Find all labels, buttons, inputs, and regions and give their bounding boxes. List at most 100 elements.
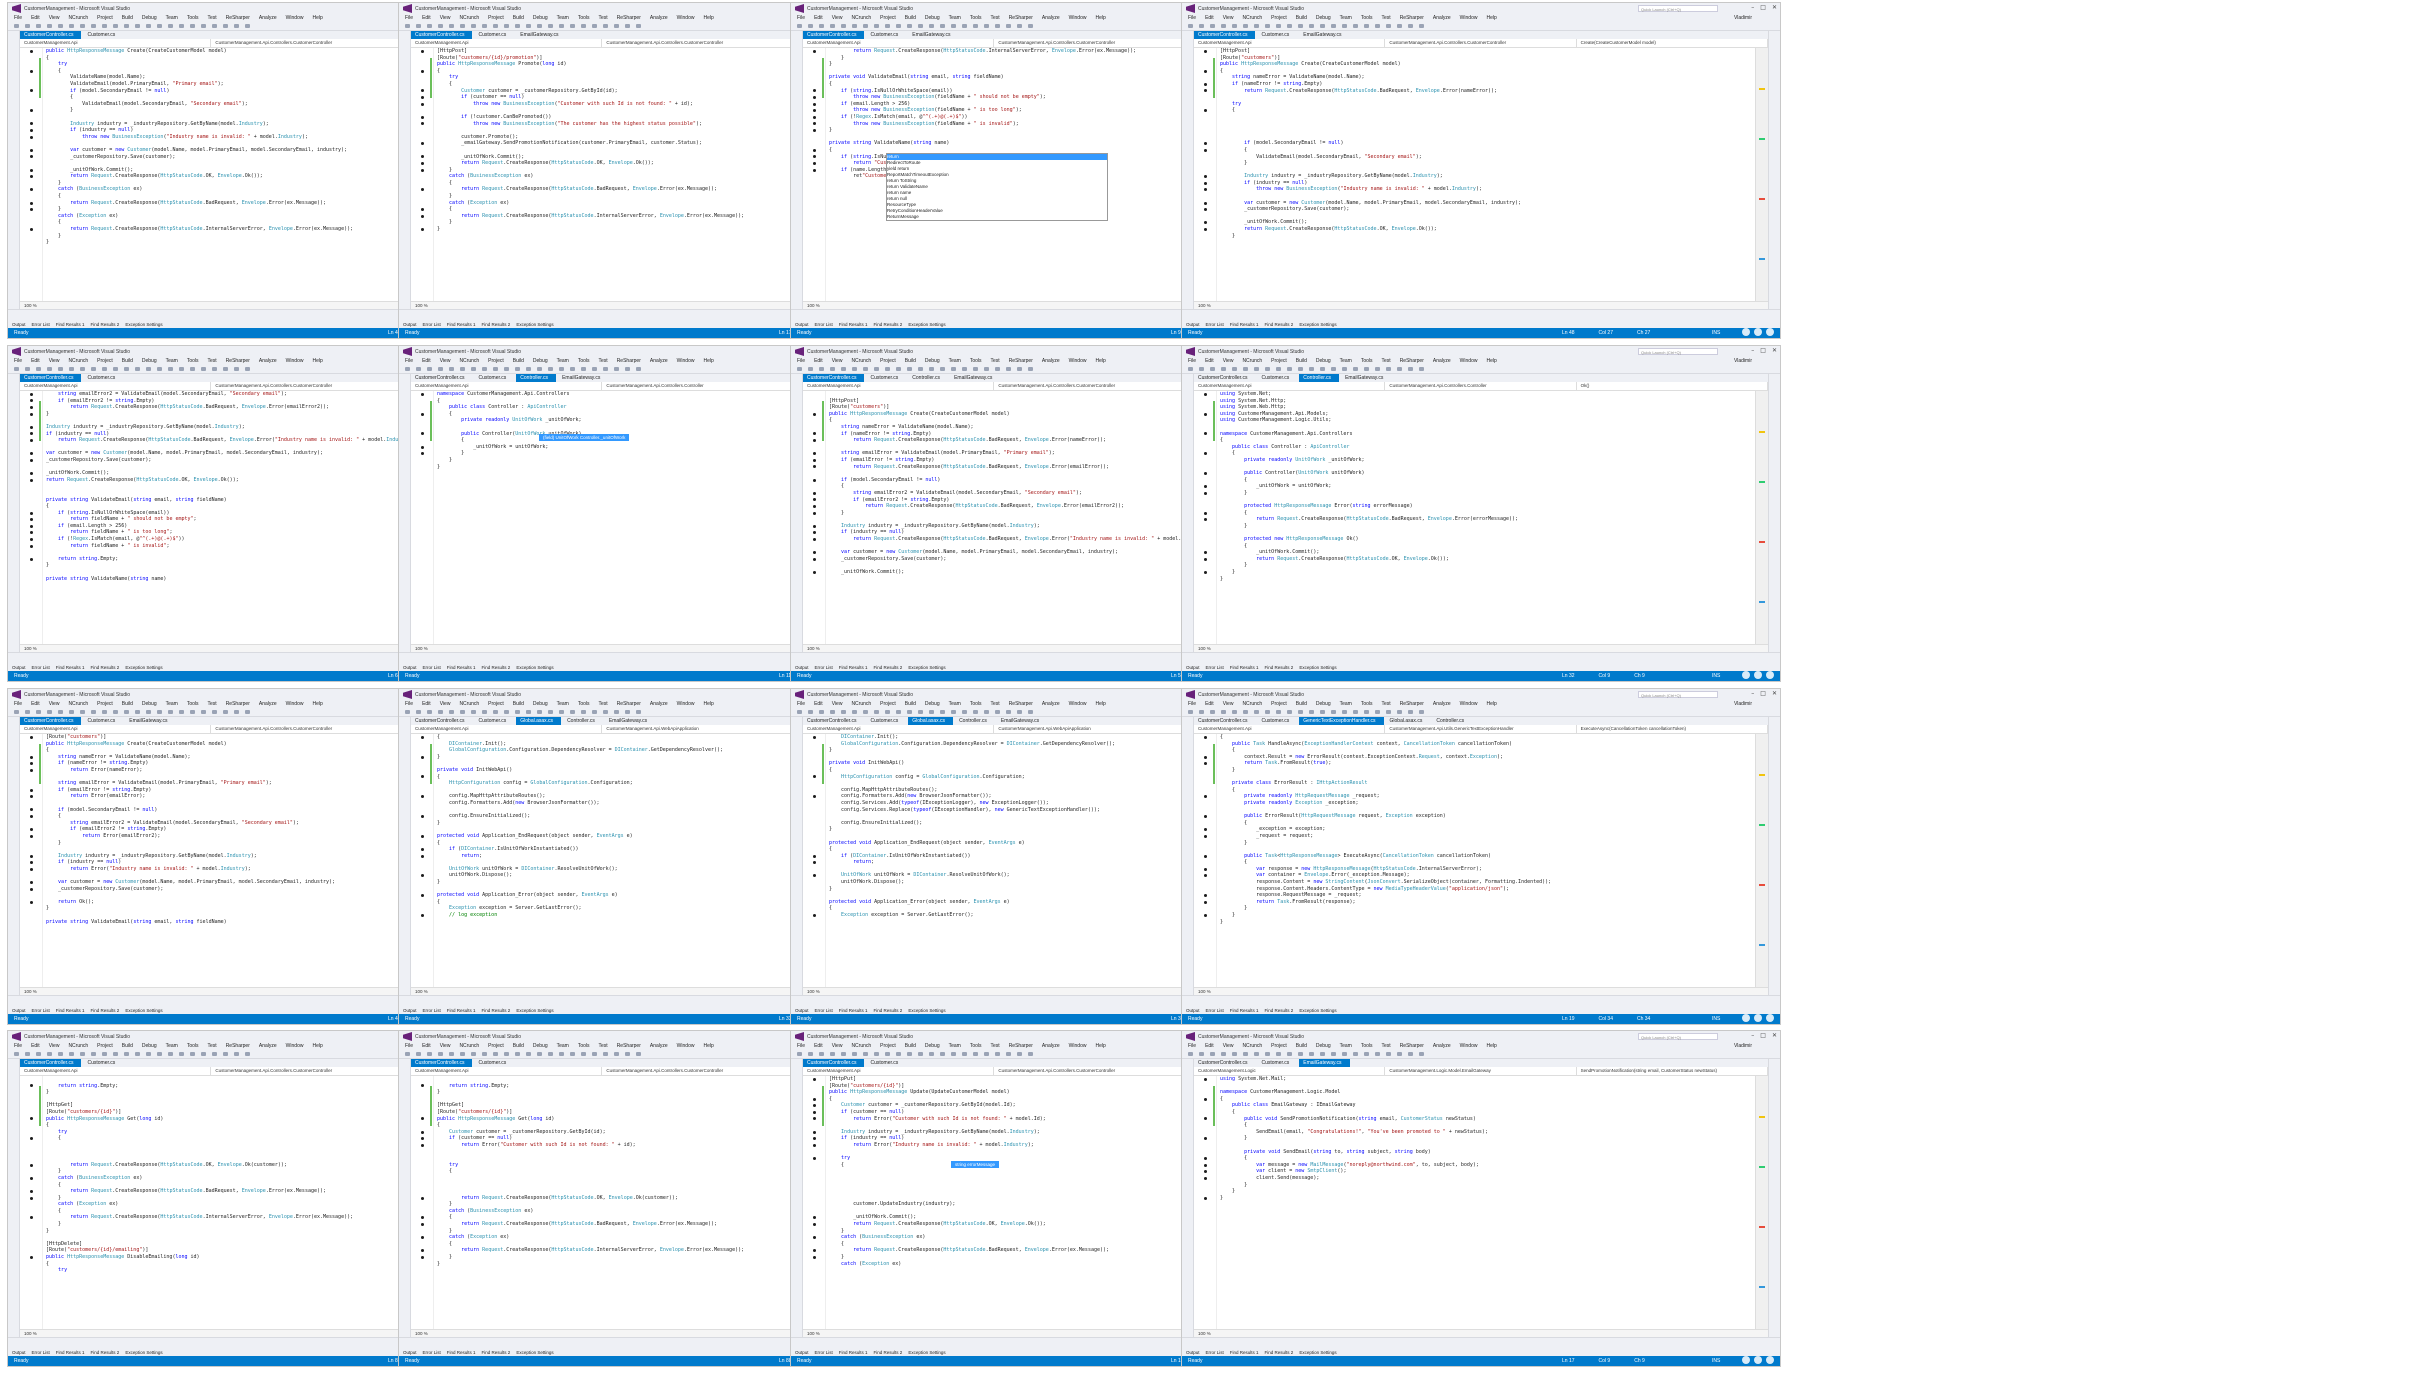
toolbar-button-icon[interactable] xyxy=(1386,367,1391,371)
menu-item-help[interactable]: Help xyxy=(312,358,322,364)
toolbar-button-icon[interactable] xyxy=(471,1052,476,1056)
toolbar-button-icon[interactable] xyxy=(1364,367,1369,371)
toolbar-button-icon[interactable] xyxy=(1028,1052,1033,1056)
toolbar-button-icon[interactable] xyxy=(504,1052,509,1056)
output-tab[interactable]: Find Results 1 xyxy=(1230,665,1259,670)
menu-item-build[interactable]: Build xyxy=(122,15,133,21)
navigation-dropdown[interactable]: CustomerManagement.Logic xyxy=(1194,1067,1386,1075)
toolbar-button-icon[interactable] xyxy=(416,1052,421,1056)
toolbar-button-icon[interactable] xyxy=(940,710,945,714)
toolbar-button-icon[interactable] xyxy=(80,367,85,371)
toolbar-button-icon[interactable] xyxy=(1017,367,1022,371)
vertical-scrollbar[interactable] xyxy=(1755,48,1768,302)
toolbar-button-icon[interactable] xyxy=(1353,710,1358,714)
document-tab[interactable]: CustomerController.cs xyxy=(20,374,82,382)
toolbar-button-icon[interactable] xyxy=(625,367,630,371)
vertical-scrollbar[interactable] xyxy=(1755,734,1768,988)
menu-item-debug[interactable]: Debug xyxy=(925,15,940,21)
toolbar-button-icon[interactable] xyxy=(58,367,63,371)
toolbar-button-icon[interactable] xyxy=(427,710,432,714)
toolbar-button-icon[interactable] xyxy=(896,710,901,714)
output-tab[interactable]: Exception Settings xyxy=(516,665,553,670)
toolbar-button-icon[interactable] xyxy=(135,367,140,371)
toolbar-button-icon[interactable] xyxy=(91,24,96,28)
menu-item-test[interactable]: Test xyxy=(208,701,217,707)
output-tab[interactable]: Output xyxy=(403,322,417,327)
toolbar-button-icon[interactable] xyxy=(797,710,802,714)
menu-item-file[interactable]: File xyxy=(14,701,22,707)
toolbar-button-icon[interactable] xyxy=(1342,1052,1347,1056)
notification-icon[interactable] xyxy=(1754,1356,1762,1364)
output-tab[interactable]: Find Results 2 xyxy=(874,1008,903,1013)
output-tab[interactable]: Find Results 2 xyxy=(482,1008,511,1013)
navigation-dropdown[interactable]: CustomerManagement.Api.Controllers.Custo… xyxy=(994,382,1186,390)
toolbar-button-icon[interactable] xyxy=(603,710,608,714)
menu-item-edit[interactable]: Edit xyxy=(1205,358,1214,364)
toolbar-button-icon[interactable] xyxy=(223,367,228,371)
menu-item-analyze[interactable]: Analyze xyxy=(1042,15,1060,21)
toolbar-button-icon[interactable] xyxy=(603,1052,608,1056)
toolbar-button-icon[interactable] xyxy=(493,710,498,714)
toolbar-button-icon[interactable] xyxy=(212,1052,217,1056)
toolbar-button-icon[interactable] xyxy=(102,710,107,714)
toolbar-button-icon[interactable] xyxy=(1265,710,1270,714)
menu-item-file[interactable]: File xyxy=(797,358,805,364)
document-tab[interactable]: Customer.cs xyxy=(866,374,906,382)
output-tab[interactable]: Error List xyxy=(32,665,50,670)
menu-item-project[interactable]: Project xyxy=(1271,358,1287,364)
toolbar-button-icon[interactable] xyxy=(929,24,934,28)
toolbar-button-icon[interactable] xyxy=(526,710,531,714)
output-tab[interactable]: Exception Settings xyxy=(908,665,945,670)
menu-item-ncrunch[interactable]: NCrunch xyxy=(68,15,88,21)
navigation-dropdown[interactable]: CustomerManagement.Api.Controllers.Custo… xyxy=(602,1067,794,1075)
code-editor[interactable]: using System.Net; using System.Net.Http;… xyxy=(1194,391,1756,645)
sign-in-name[interactable]: Vladimir xyxy=(1734,701,1752,707)
sign-in-name[interactable]: Vladimir xyxy=(1734,15,1752,21)
output-tab[interactable]: Exception Settings xyxy=(516,322,553,327)
menu-item-team[interactable]: Team xyxy=(949,701,961,707)
document-tab[interactable]: CustomerController.cs xyxy=(411,374,472,382)
toolbar-button-icon[interactable] xyxy=(603,24,608,28)
document-tab[interactable]: EmailGateway.cs xyxy=(1341,374,1391,382)
toolbar-button-icon[interactable] xyxy=(245,1052,250,1056)
menu-item-build[interactable]: Build xyxy=(905,358,916,364)
menu-item-team[interactable]: Team xyxy=(1340,358,1352,364)
feedback-icon[interactable] xyxy=(1766,1014,1774,1022)
document-tab[interactable]: CustomerController.cs xyxy=(20,717,82,725)
toolbar-button-icon[interactable] xyxy=(405,24,410,28)
navigation-dropdown[interactable]: CustomerManagement.Api.Controllers.Custo… xyxy=(994,1067,1186,1075)
output-tab[interactable]: Find Results 1 xyxy=(447,1350,476,1355)
toolbar-button-icon[interactable] xyxy=(896,1052,901,1056)
toolbar-button-icon[interactable] xyxy=(190,367,195,371)
document-tab[interactable]: GenericTextExceptionHandler.cs xyxy=(1299,717,1384,725)
toolbar-button-icon[interactable] xyxy=(135,710,140,714)
toolbar-button-icon[interactable] xyxy=(102,367,107,371)
toolbar-button-icon[interactable] xyxy=(245,710,250,714)
menu-item-tools[interactable]: Tools xyxy=(578,358,590,364)
toolbar-button-icon[interactable] xyxy=(951,367,956,371)
menu-item-team[interactable]: Team xyxy=(557,15,569,21)
toolbar-button-icon[interactable] xyxy=(135,1052,140,1056)
toolbar-button-icon[interactable] xyxy=(234,24,239,28)
toolbar-button-icon[interactable] xyxy=(69,1052,74,1056)
toolbar-button-icon[interactable] xyxy=(1254,710,1259,714)
menu-item-build[interactable]: Build xyxy=(1296,358,1307,364)
toolbar-button-icon[interactable] xyxy=(1017,710,1022,714)
toolbar-button-icon[interactable] xyxy=(416,24,421,28)
output-tab[interactable]: Find Results 1 xyxy=(839,322,868,327)
toolbar-button-icon[interactable] xyxy=(1386,1052,1391,1056)
toolbar-button-icon[interactable] xyxy=(581,710,586,714)
toolbar-button-icon[interactable] xyxy=(797,367,802,371)
toolbar-button-icon[interactable] xyxy=(874,24,879,28)
toolbar-button-icon[interactable] xyxy=(962,710,967,714)
menu-item-analyze[interactable]: Analyze xyxy=(650,1043,668,1049)
menu-item-team[interactable]: Team xyxy=(557,1043,569,1049)
menu-item-file[interactable]: File xyxy=(14,1043,22,1049)
navigation-dropdown[interactable]: CustomerManagement.Api xyxy=(803,725,995,733)
toolbar-button-icon[interactable] xyxy=(1265,367,1270,371)
menu-item-project[interactable]: Project xyxy=(1271,15,1287,21)
toolbar-button-icon[interactable] xyxy=(201,1052,206,1056)
toolbar-button-icon[interactable] xyxy=(69,710,74,714)
output-tab[interactable]: Output xyxy=(1186,1350,1200,1355)
menu-item-edit[interactable]: Edit xyxy=(1205,701,1214,707)
